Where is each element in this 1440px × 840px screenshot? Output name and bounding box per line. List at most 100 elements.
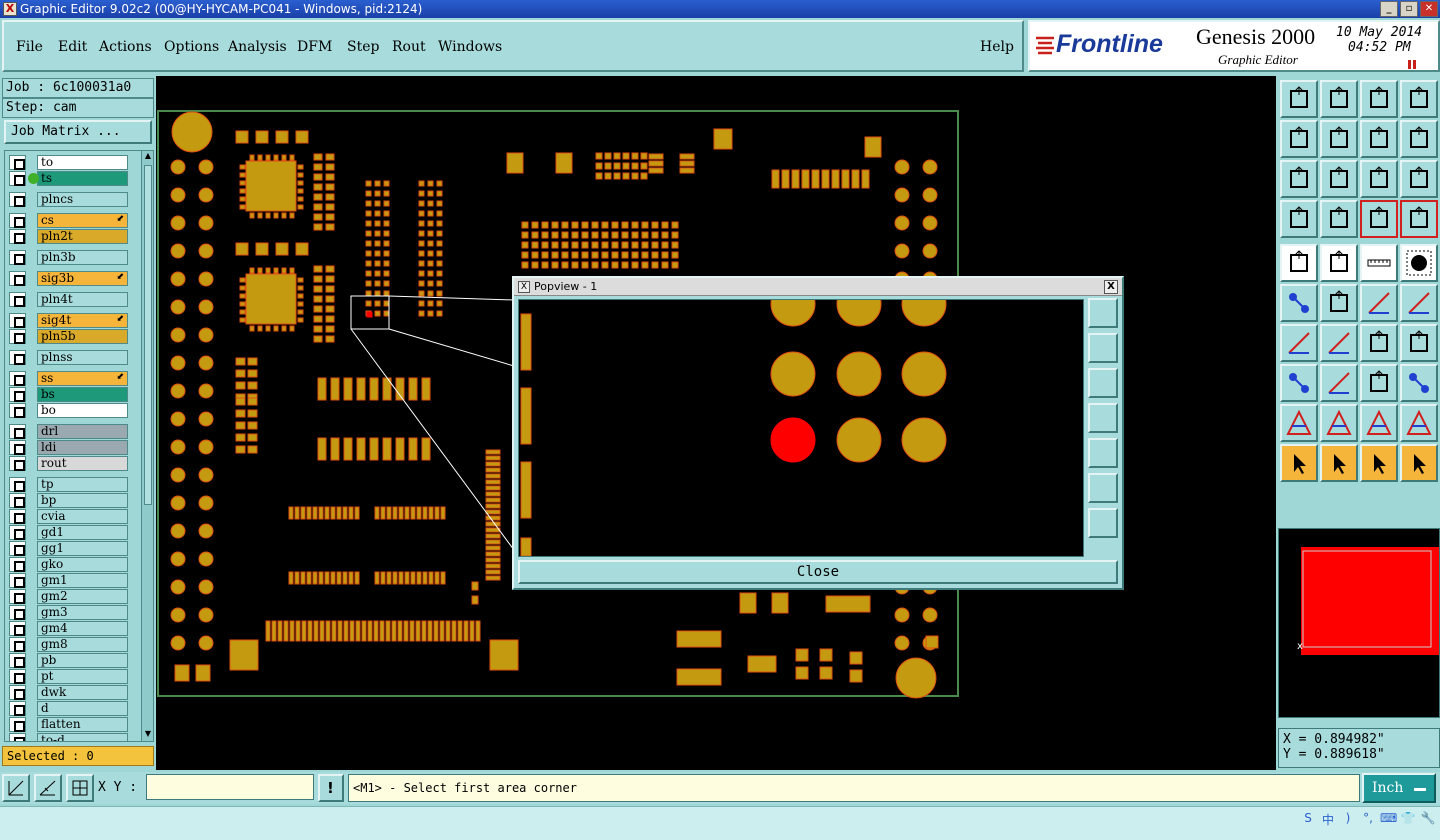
layer-row-ts[interactable]: ts bbox=[9, 171, 128, 186]
layer-row-ldi[interactable]: ldi bbox=[9, 440, 128, 455]
popview-zoom-in-button[interactable] bbox=[1088, 473, 1118, 503]
layer-checkbox[interactable] bbox=[9, 192, 26, 207]
layer-name[interactable]: to-d bbox=[37, 733, 128, 741]
circle-set-button[interactable] bbox=[1400, 364, 1438, 402]
layer-name[interactable]: gd1 bbox=[37, 525, 128, 540]
menu-rout[interactable]: Rout bbox=[392, 39, 426, 55]
layer-name[interactable]: pt bbox=[37, 669, 128, 684]
layer-row-gko[interactable]: gko bbox=[9, 557, 128, 572]
layer-checkbox[interactable] bbox=[9, 653, 26, 668]
layer-row-gm3[interactable]: gm3 bbox=[9, 605, 128, 620]
layer-checkbox[interactable] bbox=[9, 717, 26, 732]
layer-row-pb[interactable]: pb bbox=[9, 653, 128, 668]
layer-name[interactable]: sig4t bbox=[37, 313, 128, 328]
menu-edit[interactable]: Edit bbox=[58, 39, 87, 55]
layer-row-bp[interactable]: bp bbox=[9, 493, 128, 508]
layer-checkbox[interactable] bbox=[9, 685, 26, 700]
layer-name[interactable]: pln2t bbox=[37, 229, 128, 244]
layer-row-to[interactable]: to bbox=[9, 155, 128, 170]
menu-options[interactable]: Options bbox=[164, 39, 219, 55]
snap-mode-button[interactable] bbox=[2, 774, 30, 802]
redo-view-button[interactable] bbox=[1400, 120, 1438, 158]
layer-checkbox[interactable] bbox=[9, 456, 26, 471]
layer-name[interactable]: bp bbox=[37, 493, 128, 508]
pointer-button[interactable] bbox=[1280, 444, 1318, 482]
tray-icon[interactable]: ) bbox=[1340, 811, 1356, 828]
layer-row-bs[interactable]: bs bbox=[9, 387, 128, 402]
layer-name[interactable]: pln5b bbox=[37, 329, 128, 344]
layer-checkbox[interactable] bbox=[9, 605, 26, 620]
line-red-button[interactable] bbox=[1360, 284, 1398, 322]
layer-name[interactable]: drl bbox=[37, 424, 128, 439]
close-button[interactable]: ✕ bbox=[1420, 1, 1438, 17]
xy-input[interactable] bbox=[146, 774, 314, 800]
layer-checkbox[interactable] bbox=[9, 493, 26, 508]
menu-actions[interactable]: Actions bbox=[99, 39, 152, 55]
layer-row-sig4t[interactable]: sig4t ⬋ bbox=[9, 313, 128, 328]
minimize-button[interactable]: _ bbox=[1380, 1, 1398, 17]
layer-row-gd1[interactable]: gd1 bbox=[9, 525, 128, 540]
popview-pan-up-button[interactable] bbox=[1088, 333, 1118, 363]
tray-icon[interactable]: 中 bbox=[1320, 811, 1336, 828]
pan-right-button[interactable] bbox=[1320, 120, 1358, 158]
layer-name[interactable]: flatten bbox=[37, 717, 128, 732]
line-hz-button[interactable] bbox=[1320, 364, 1358, 402]
menu-dfm[interactable]: DFM bbox=[297, 39, 332, 55]
layer-name[interactable]: tp bbox=[37, 477, 128, 492]
layer-name[interactable]: gm8 bbox=[37, 637, 128, 652]
layer-name[interactable]: gm4 bbox=[37, 621, 128, 636]
job-matrix-button[interactable]: Job Matrix ... bbox=[4, 120, 152, 144]
popview-pan-down-button[interactable] bbox=[1088, 368, 1118, 398]
popview-close-icon[interactable]: X bbox=[1104, 280, 1118, 294]
layer-row-pln2t[interactable]: pln2t bbox=[9, 229, 128, 244]
scroll-down-icon[interactable]: ▼ bbox=[143, 729, 153, 741]
menu-step[interactable]: Step bbox=[347, 39, 379, 55]
tray-icon[interactable]: S bbox=[1300, 811, 1316, 828]
popview-zoom-out-button[interactable] bbox=[1088, 508, 1118, 538]
angle-b-button[interactable] bbox=[1320, 324, 1358, 362]
pointer-c-button[interactable] bbox=[1360, 444, 1398, 482]
triangle-a-button[interactable] bbox=[1280, 404, 1318, 442]
menu-windows[interactable]: Windows bbox=[438, 39, 502, 55]
shape-a-button[interactable] bbox=[1280, 364, 1318, 402]
layer-row-gm8[interactable]: gm8 bbox=[9, 637, 128, 652]
popview-pan-right-button[interactable] bbox=[1088, 438, 1118, 468]
layer-name[interactable]: ldi bbox=[37, 440, 128, 455]
layer-checkbox[interactable] bbox=[9, 292, 26, 307]
zoom-fit-button[interactable] bbox=[1280, 160, 1318, 198]
layer-checkbox[interactable] bbox=[9, 313, 26, 328]
help-button[interactable] bbox=[1400, 160, 1438, 198]
layer-name[interactable]: pln4t bbox=[37, 292, 128, 307]
tray-icon[interactable]: 🔧 bbox=[1420, 811, 1436, 828]
mirror-button[interactable] bbox=[1400, 324, 1438, 362]
layer-checkbox[interactable] bbox=[9, 669, 26, 684]
layer-checkbox[interactable] bbox=[9, 557, 26, 572]
popview-close-button[interactable]: Close bbox=[518, 560, 1118, 584]
triangle-b-button[interactable] bbox=[1320, 404, 1358, 442]
scroll-thumb[interactable] bbox=[144, 165, 152, 505]
layer-row-ss[interactable]: ss ⬋ bbox=[9, 371, 128, 386]
pointer-b-button[interactable] bbox=[1320, 444, 1358, 482]
layers-a-button[interactable] bbox=[1360, 200, 1398, 238]
layer-name[interactable]: dwk bbox=[37, 685, 128, 700]
circle-pad-button[interactable] bbox=[1400, 244, 1438, 282]
pan-up-button[interactable] bbox=[1280, 80, 1318, 118]
line-blue-button[interactable] bbox=[1400, 284, 1438, 322]
layer-row-dwk[interactable]: dwk bbox=[9, 685, 128, 700]
layer-name[interactable]: plnss bbox=[37, 350, 128, 365]
layer-row-gm2[interactable]: gm2 bbox=[9, 589, 128, 604]
popview-title-bar[interactable]: X Popview - 1 X bbox=[514, 278, 1122, 296]
layer-row-pln4t[interactable]: pln4t bbox=[9, 292, 128, 307]
layer-name[interactable]: gg1 bbox=[37, 541, 128, 556]
layer-checkbox[interactable] bbox=[9, 525, 26, 540]
layer-checkbox[interactable] bbox=[9, 403, 26, 418]
angle-a-button[interactable] bbox=[1280, 324, 1318, 362]
layer-checkbox[interactable] bbox=[9, 637, 26, 652]
layers-b-button[interactable] bbox=[1400, 200, 1438, 238]
layer-checkbox[interactable] bbox=[9, 329, 26, 344]
layer-checkbox[interactable] bbox=[9, 589, 26, 604]
layer-checkbox[interactable] bbox=[9, 371, 26, 386]
layer-row-plncs[interactable]: plncs bbox=[9, 192, 128, 207]
layer-name[interactable]: sig3b bbox=[37, 271, 128, 286]
layer-row-d[interactable]: d bbox=[9, 701, 128, 716]
